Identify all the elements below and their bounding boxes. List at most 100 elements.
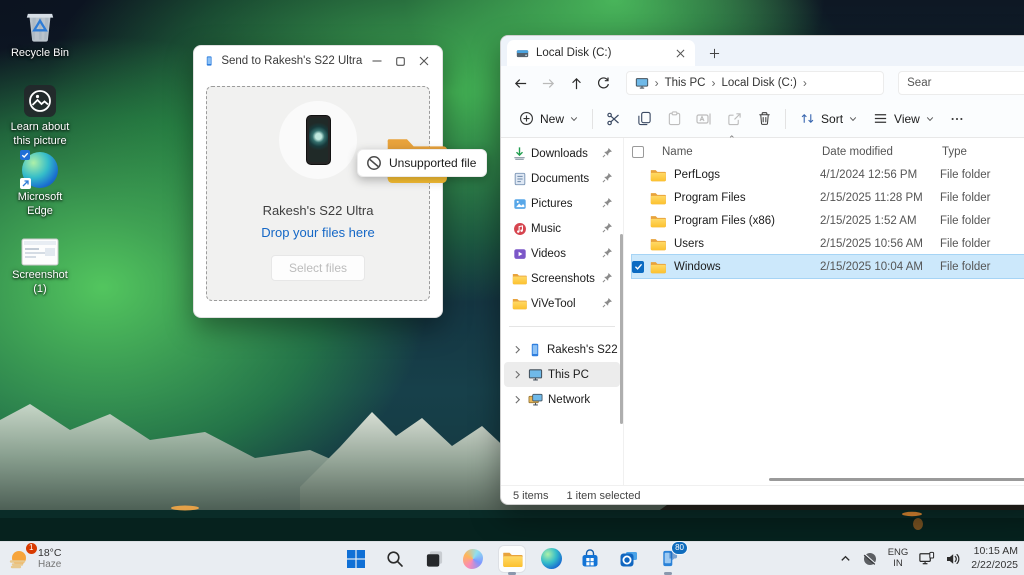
sidebar-item-downloads[interactable]: Downloads [504, 141, 620, 166]
new-tab-button[interactable] [705, 44, 723, 62]
chevron-down-icon [570, 115, 578, 123]
file-drop-zone[interactable]: Rakesh's S22 Ultra Drop your files here … [206, 86, 430, 301]
file-row-perflogs[interactable]: PerfLogs 4/1/2024 12:56 PM File folder [632, 163, 1024, 186]
breadcrumb-separator: › [655, 76, 659, 90]
taskbar-center: 80 [343, 542, 681, 575]
desktop-icon-learn-about-picture[interactable]: Learn about this picture [2, 84, 78, 149]
copilot-button[interactable] [460, 546, 486, 572]
file-name: Program Files (x86) [674, 215, 820, 227]
running-indicator [508, 572, 516, 575]
edge-button[interactable] [538, 546, 564, 572]
outlook-button[interactable] [616, 546, 642, 572]
weather-widget[interactable]: 1 18°C Haze [0, 547, 61, 571]
status-bar: 5 items 1 item selected [501, 485, 1024, 505]
delete-button[interactable] [749, 105, 779, 133]
sidebar-item-screenshots[interactable]: Screenshots [504, 266, 620, 291]
row-checkbox-checked[interactable] [632, 261, 644, 273]
cut-button[interactable] [599, 105, 629, 133]
system-tray: ENG IN 10:15 AM 2/22/2025 [839, 542, 1018, 575]
language-indicator[interactable]: ENG IN [888, 548, 909, 570]
up-button[interactable] [564, 70, 588, 96]
hidden-icons-chevron[interactable] [839, 552, 852, 565]
drop-files-link[interactable]: Drop your files here [261, 225, 374, 240]
back-button[interactable] [509, 70, 533, 96]
file-explorer-button[interactable] [499, 546, 525, 572]
file-type: File folder [940, 238, 991, 250]
folder-icon [650, 168, 666, 182]
forward-button[interactable] [537, 70, 561, 96]
start-button[interactable] [343, 546, 369, 572]
chevron-right-icon[interactable] [512, 369, 523, 380]
phone-link-button[interactable]: 80 [655, 546, 681, 572]
sidebar-item-network[interactable]: Network [504, 387, 620, 412]
device-avatar [279, 101, 357, 179]
breadcrumb-this-pc[interactable]: This PC [665, 77, 706, 89]
sidebar-item-videos[interactable]: Videos [504, 241, 620, 266]
column-date-modified[interactable]: Date modified [822, 146, 942, 158]
view-lines-icon [873, 111, 888, 126]
select-files-button[interactable]: Select files [271, 255, 365, 281]
this-pc-icon [635, 76, 649, 90]
refresh-button[interactable] [592, 70, 616, 96]
file-row-users[interactable]: Users 2/15/2025 10:56 AM File folder [632, 232, 1024, 255]
sidebar-item-pictures[interactable]: Pictures [504, 191, 620, 216]
sidebar-item-documents[interactable]: Documents [504, 166, 620, 191]
desktop-icon-microsoft-edge[interactable]: Microsoft Edge [2, 152, 78, 219]
more-options-button[interactable] [942, 105, 972, 133]
downloads-icon [512, 146, 527, 161]
explorer-tab[interactable]: Local Disk (C:) [507, 40, 695, 66]
sidebar-item-phone-device[interactable]: Rakesh's S22 Ult [504, 337, 620, 362]
network-icon[interactable] [918, 550, 935, 567]
tab-close-button[interactable] [671, 44, 689, 62]
device-name: Rakesh's S22 Ultra [263, 203, 374, 218]
desktop-screen: Recycle Bin Learn about this picture Mic… [0, 0, 1024, 575]
sidebar-item-vivetool[interactable]: ViVeTool [504, 291, 620, 316]
this-pc-icon [528, 367, 543, 382]
clock[interactable]: 10:15 AM 2/22/2025 [971, 545, 1018, 571]
dialog-device-icon [204, 54, 214, 68]
breadcrumb-local-disk[interactable]: Local Disk (C:) [721, 77, 796, 89]
desktop-icon-recycle-bin[interactable]: Recycle Bin [2, 6, 78, 61]
chevron-right-icon[interactable] [512, 394, 523, 405]
dialog-titlebar[interactable]: Send to Rakesh's S22 Ultra [194, 46, 442, 76]
view-button[interactable]: View [865, 105, 942, 133]
new-button[interactable]: New [511, 105, 586, 133]
maximize-button[interactable] [393, 51, 409, 71]
videos-icon [513, 247, 527, 261]
chevron-right-icon[interactable] [512, 344, 523, 355]
select-all-checkbox[interactable] [632, 146, 644, 158]
file-row-windows-selected[interactable]: Windows 2/15/2025 10:04 AM File folder [632, 255, 1024, 278]
microsoft-store-button[interactable] [577, 546, 603, 572]
sidebar-item-label: Network [548, 394, 620, 406]
file-type: File folder [940, 169, 991, 181]
column-name[interactable]: Name [662, 146, 822, 158]
breadcrumb[interactable]: › This PC › Local Disk (C:) › [626, 71, 885, 95]
sort-button[interactable]: Sort [792, 105, 865, 133]
notification-badge: 80 [671, 541, 688, 555]
horizontal-scrollbar[interactable] [769, 478, 1024, 481]
sidebar-item-music[interactable]: Music [504, 216, 620, 241]
task-view-button[interactable] [421, 546, 447, 572]
paste-button[interactable] [659, 105, 689, 133]
search-button[interactable] [382, 546, 408, 572]
drive-icon [516, 47, 529, 60]
column-type[interactable]: Type [942, 146, 967, 158]
tray-time: 10:15 AM [974, 545, 1018, 558]
rename-button[interactable] [689, 105, 719, 133]
file-row-program-files-x86[interactable]: Program Files (x86) 2/15/2025 1:52 AM Fi… [632, 209, 1024, 232]
language-line2: IN [893, 559, 903, 570]
share-button[interactable] [719, 105, 749, 133]
address-bar: › This PC › Local Disk (C:) › Sear [501, 66, 1024, 100]
selection-count: 1 item selected [566, 490, 640, 502]
onedrive-paused-icon[interactable] [862, 551, 878, 567]
ellipsis-icon [950, 112, 964, 126]
minimize-button[interactable] [369, 51, 385, 71]
close-button[interactable] [416, 51, 432, 71]
volume-icon[interactable] [945, 551, 961, 567]
desktop-icon-screenshot-1[interactable]: Screenshot (1) [2, 238, 78, 297]
file-row-program-files[interactable]: Program Files 2/15/2025 11:28 PM File fo… [632, 186, 1024, 209]
copy-button[interactable] [629, 105, 659, 133]
search-input[interactable]: Sear [898, 71, 1024, 95]
toolbar-divider [592, 109, 593, 129]
sidebar-item-this-pc[interactable]: This PC [504, 362, 620, 387]
